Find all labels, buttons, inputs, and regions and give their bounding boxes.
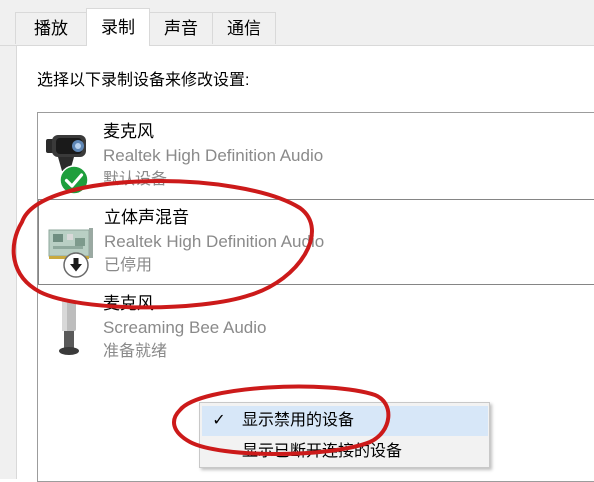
tab-label: 声音 [164, 19, 198, 38]
tab-label: 通信 [227, 19, 261, 38]
device-name: 麦克风 [103, 294, 154, 313]
device-status: 默认设备 [103, 171, 168, 188]
device-item-stereo-mix[interactable]: 立体声混音 Realtek High Definition Audio 已停用 [38, 199, 594, 285]
instruction-text: 选择以下录制设备来修改设置: [37, 72, 250, 89]
device-status: 已停用 [104, 257, 153, 274]
disabled-arrow-badge-icon [63, 252, 89, 278]
microphone-icon [44, 295, 98, 367]
menu-item-show-disconnected-devices[interactable]: 显示已断开连接的设备 [202, 437, 488, 467]
tab-label: 播放 [34, 19, 68, 38]
tab-playback[interactable]: 播放 [15, 12, 87, 44]
device-name: 麦克风 [103, 122, 154, 141]
tab-label: 录制 [101, 18, 135, 37]
default-check-badge-icon [59, 165, 89, 195]
check-icon: ✓ [212, 412, 226, 429]
device-name: 立体声混音 [104, 208, 189, 227]
menu-item-label: 显示已断开连接的设备 [242, 443, 403, 460]
device-item-microphone-screaming-bee[interactable]: 麦克风 Screaming Bee Audio 准备就绪 [38, 287, 594, 369]
tab-recording[interactable]: 录制 [86, 8, 150, 46]
device-item-microphone-realtek[interactable]: 麦克风 Realtek High Definition Audio 默认设备 [38, 115, 594, 197]
device-driver: Realtek High Definition Audio [103, 146, 324, 165]
tab-communications[interactable]: 通信 [212, 12, 276, 44]
context-menu: ✓ 显示禁用的设备 显示已断开连接的设备 [199, 402, 490, 468]
device-driver: Screaming Bee Audio [103, 318, 267, 337]
tab-strip: 播放 录制 声音 通信 [0, 0, 594, 46]
menu-item-show-disabled-devices[interactable]: ✓ 显示禁用的设备 [202, 406, 488, 436]
menu-item-label: 显示禁用的设备 [242, 412, 355, 429]
device-driver: Realtek High Definition Audio [104, 232, 325, 251]
device-status: 准备就绪 [103, 343, 168, 360]
tab-sounds[interactable]: 声音 [149, 12, 213, 44]
window-edge [0, 46, 17, 479]
